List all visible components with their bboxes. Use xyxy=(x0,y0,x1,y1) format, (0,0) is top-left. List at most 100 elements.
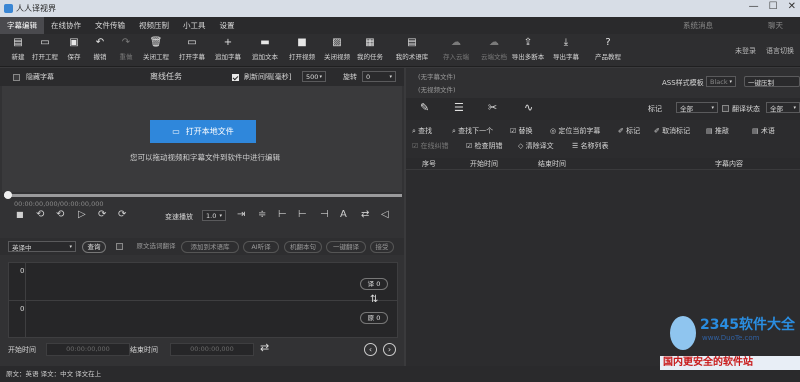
toolbar-label: 关闭视频 xyxy=(324,53,350,61)
next-subtitle-icon[interactable]: › xyxy=(383,343,396,356)
speed-label: 变速播放 xyxy=(165,213,193,221)
tool-row2-1[interactable]: ☑ 检查阴错 xyxy=(466,141,503,151)
toolbar-button-16[interactable]: ⤓ 导出字幕 xyxy=(549,36,583,62)
hide-subtitle-label: 隐藏字幕 xyxy=(26,73,54,81)
tool-row1-2[interactable]: ☑ 替换 xyxy=(510,126,533,136)
toolbar-button-15[interactable]: ⇪ 导出多断本 xyxy=(511,36,545,62)
forward-icon[interactable]: ⟳ xyxy=(98,209,106,220)
close-icon[interactable]: ✕ xyxy=(788,1,796,12)
toolbar-button-14[interactable]: ☁ 云端文档 xyxy=(477,36,511,62)
edit-tab-icon[interactable]: ✎ xyxy=(420,101,429,114)
translate-option-0[interactable]: 原文选词翻译 xyxy=(126,241,186,253)
stop-icon[interactable]: ■ xyxy=(16,210,24,219)
login-status[interactable]: 未登录 xyxy=(735,46,756,56)
toolbar-button-12[interactable]: ▤ 我的术语库 xyxy=(395,36,429,62)
language-switch[interactable]: 语言切换 xyxy=(766,46,800,57)
end-time-field[interactable]: 00:00:00,000 xyxy=(170,343,254,356)
tool-row1-7[interactable]: ▤ 术语 xyxy=(752,126,775,136)
toolbar-button-17[interactable]: ? 产品教程 xyxy=(591,36,625,62)
toolbar-label: 我的术语库 xyxy=(395,53,429,61)
tool-row1-5[interactable]: ✐ 取消标记 xyxy=(654,126,690,136)
toolbar-label: 关闭工程 xyxy=(143,53,169,61)
tool-row1-3[interactable]: ◎ 定位当前字幕 xyxy=(550,126,600,136)
select-word-checkbox[interactable] xyxy=(116,243,123,250)
tool-row1-6[interactable]: ▤ 推敲 xyxy=(706,126,729,136)
trans-status-select[interactable]: 全部 ▾ xyxy=(766,102,800,113)
toolbar-button-11[interactable]: ▦ 我的任务 xyxy=(353,36,387,62)
swap-icon[interactable]: ⇄ xyxy=(361,209,369,220)
align-start-icon[interactable]: ⇥ xyxy=(237,209,245,220)
align-middle-icon[interactable]: ≑ xyxy=(258,209,266,220)
video-timeline[interactable] xyxy=(4,194,402,197)
font-size-icon[interactable]: A xyxy=(340,209,347,220)
ass-template-select[interactable]: Black ▾ xyxy=(706,76,736,87)
timeline-handle[interactable] xyxy=(4,191,12,199)
tool-row1-1[interactable]: ⌕ 查找下一个 xyxy=(452,126,493,136)
toolbar-button-13[interactable]: ☁ 存入云端 xyxy=(439,36,473,62)
rewind-icon[interactable]: ⟲ xyxy=(36,209,44,220)
menu-item-1[interactable]: 在线协作 xyxy=(44,17,88,34)
toolbar-button-9[interactable]: ■ 打开视频 xyxy=(285,36,319,62)
original-text-area[interactable] xyxy=(28,301,356,338)
menu-item-2[interactable]: 文件传输 xyxy=(88,17,132,34)
menu-item-3[interactable]: 视频压制 xyxy=(132,17,176,34)
language-status: 原文：英语 译文：中文 译文在上 xyxy=(6,370,102,378)
tool-row2-0[interactable]: ☑ 在线纠错 xyxy=(412,141,449,151)
menu-item-0[interactable]: 字幕编辑 xyxy=(0,17,44,34)
refresh-interval-checkbox[interactable] xyxy=(232,74,239,81)
translate-option-1[interactable]: 添加到术语库 xyxy=(181,241,239,253)
trans-status-label: 翻译状态 xyxy=(732,105,760,113)
tool-row1-0[interactable]: ⌕ 查找 xyxy=(412,126,432,136)
toolbar-button-10[interactable]: ▨ 关闭视频 xyxy=(320,36,354,62)
maximize-icon[interactable]: ☐ xyxy=(769,1,778,12)
offline-task-label[interactable]: 离线任务 xyxy=(150,71,182,82)
col-content: 字幕内容 xyxy=(715,160,743,168)
align-left-icon[interactable]: ⊢ xyxy=(278,209,287,220)
swap-rows-icon[interactable]: ⇅ xyxy=(370,294,378,305)
system-message-link[interactable]: 系统消息 xyxy=(683,17,713,34)
menu-item-5[interactable]: 设置 xyxy=(213,17,242,34)
toolbar-button-7[interactable]: + 追加字幕 xyxy=(211,36,245,62)
right-tabs: ✎ ☰ ✂ ∿ 标记 全部 ▾ 翻译状态 全部 ▾ xyxy=(406,98,800,120)
translation-text-area[interactable] xyxy=(28,262,356,299)
prev-subtitle-icon[interactable]: ‹ xyxy=(364,343,377,356)
shift-right-icon[interactable]: ⊣ xyxy=(320,209,329,220)
glossary-icon: ▤ xyxy=(407,36,417,48)
chat-link[interactable]: 聊天 xyxy=(768,17,783,34)
fast-forward-icon[interactable]: ⟳ xyxy=(118,209,126,220)
translate-option-5[interactable]: 接受 xyxy=(370,241,394,253)
tool-row2-3[interactable]: ☰ 名称列表 xyxy=(572,141,609,151)
tool-row2-2[interactable]: ◇ 清除译文 xyxy=(518,141,554,151)
translate-option-3[interactable]: 机翻本句 xyxy=(284,241,322,253)
swap-time-icon[interactable]: ⇄ xyxy=(260,341,269,354)
play-icon[interactable]: ▷ xyxy=(78,209,86,220)
toolbar-button-5[interactable]: 🗑 关闭工程 xyxy=(139,36,173,62)
list-tab-icon[interactable]: ☰ xyxy=(454,101,464,114)
one-click-suppress-button[interactable]: 一键压制 xyxy=(744,76,800,87)
refresh-interval-input[interactable]: 500 ▾ xyxy=(302,71,326,82)
original-row-index: 0 xyxy=(20,305,25,313)
menu-item-4[interactable]: 小工具 xyxy=(176,17,213,34)
start-time-field[interactable]: 00:00:00,000 xyxy=(46,343,130,356)
lookup-button[interactable]: 查询 xyxy=(82,241,106,253)
translation-direction-select[interactable]: 英译中 ▾ xyxy=(8,241,76,252)
minimize-icon[interactable]: — xyxy=(749,1,759,12)
back-icon[interactable]: ⟲ xyxy=(56,209,64,220)
toolbar-button-8[interactable]: ▬ 追加文本 xyxy=(248,36,282,62)
rotate-select[interactable]: 0 ▾ xyxy=(362,71,396,82)
title-bar: 人人译视界 — ☐ ✕ xyxy=(0,0,800,17)
mark-filter-select[interactable]: 全部 ▾ xyxy=(676,102,718,113)
shift-left-icon[interactable]: ⊢ xyxy=(298,209,307,220)
trans-status-checkbox[interactable] xyxy=(722,105,729,112)
chart-tab-icon[interactable]: ∿ xyxy=(524,101,533,114)
translate-option-2[interactable]: AI听译 xyxy=(243,241,279,253)
speed-select[interactable]: 1.0 ▾ xyxy=(202,210,226,221)
translate-option-4[interactable]: 一键翻译 xyxy=(326,241,366,253)
volume-icon[interactable]: ◁ xyxy=(381,209,389,220)
open-local-file-button[interactable]: ▭ 打开本地文件 xyxy=(150,120,256,143)
hide-subtitle-checkbox[interactable] xyxy=(13,74,20,81)
tool-row1-4[interactable]: ✐ 标记 xyxy=(618,126,640,136)
tools-tab-icon[interactable]: ✂ xyxy=(488,101,497,114)
toolbar-button-4[interactable]: ↷ 重做 xyxy=(109,36,143,62)
toolbar-button-6[interactable]: ▭ 打开字幕 xyxy=(175,36,209,62)
